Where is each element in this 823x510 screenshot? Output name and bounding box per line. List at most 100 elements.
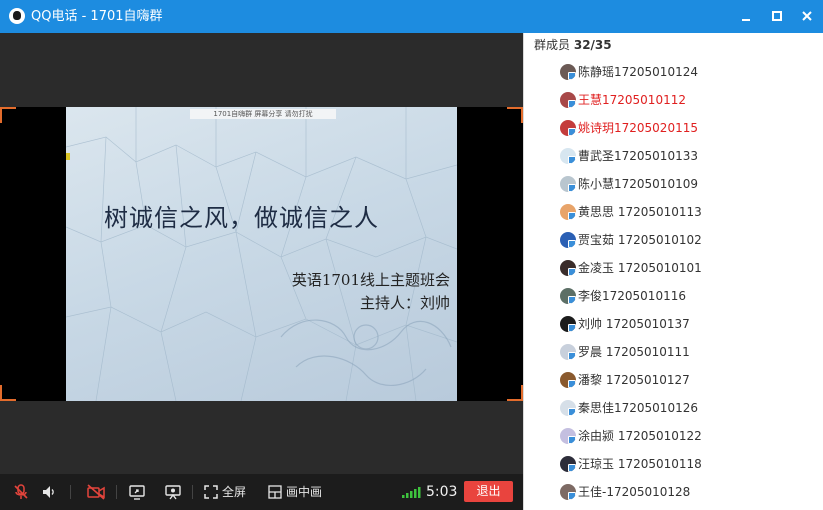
slide-host: 主持人：刘帅 — [359, 294, 450, 312]
frame-corner — [0, 107, 16, 123]
picture-in-picture-icon — [268, 485, 282, 499]
toolbar-divider — [192, 485, 193, 499]
member-name: 姚诗玥17205020115 — [578, 121, 698, 135]
member-label: 群成员 — [534, 38, 571, 52]
member-item[interactable]: 王... — [524, 506, 823, 510]
member-name: 陈小慧17205010109 — [578, 177, 698, 191]
call-timer: 5:03 — [426, 484, 458, 500]
avatar-icon — [560, 428, 576, 444]
presentation-icon — [165, 485, 181, 500]
shared-screen[interactable]: 1701自嗨群 屏幕分享 请勿打扰 树诚信之风，做诚信之人 英语1701线上主题… — [0, 107, 523, 401]
toolbar-divider — [116, 485, 117, 499]
avatar-icon — [560, 260, 576, 276]
slide-title: 树诚信之风，做诚信之人 — [104, 204, 379, 232]
picture-in-picture-label: 画中画 — [286, 485, 323, 499]
exit-call-button[interactable]: 退出 — [464, 481, 513, 502]
avatar-icon — [560, 120, 576, 136]
member-item[interactable]: 曹武圣17205010133 — [524, 142, 823, 170]
fullscreen-icon — [204, 485, 218, 499]
share-screen-icon — [129, 485, 145, 500]
member-count: 32/35 — [573, 38, 612, 52]
member-list: 陈静瑶17205010124 王慧17205010112 姚诗玥1720502011… — [524, 58, 823, 510]
crackle-pattern — [66, 107, 457, 401]
member-name: 刘帅 17205010137 — [578, 317, 690, 331]
minimize-button[interactable] — [736, 7, 756, 25]
member-name: 李俊17205010116 — [578, 289, 686, 303]
member-name: 涂由颍 17205010122 — [578, 429, 702, 443]
maximize-button[interactable] — [767, 7, 787, 25]
avatar-icon — [560, 204, 576, 220]
minimize-icon — [742, 19, 750, 21]
qq-call-window: QQ电话 - 1701自嗨群 1701自嗨群 屏幕分享 请勿打扰 树诚信之风，做… — [0, 0, 823, 510]
camera-off-icon — [87, 484, 105, 500]
member-item[interactable]: 刘帅 17205010137 — [524, 310, 823, 338]
avatar-icon — [560, 372, 576, 388]
member-item[interactable]: 罗晨 17205010111 — [524, 338, 823, 366]
avatar-icon — [560, 64, 576, 80]
member-item[interactable]: 黄思思 17205010113 — [524, 198, 823, 226]
member-name: 王慧17205010112 — [578, 93, 686, 107]
avatar-icon — [560, 288, 576, 304]
qq-penguin-icon — [9, 8, 25, 24]
member-name: 潘黎 17205010127 — [578, 373, 690, 387]
member-item[interactable]: 贾宝茹 17205010102 — [524, 226, 823, 254]
picture-in-picture-button[interactable]: 画中画 — [268, 483, 322, 501]
mic-toggle-button[interactable] — [12, 483, 30, 501]
camera-toggle-button[interactable] — [86, 483, 106, 501]
member-item[interactable]: 李俊17205010116 — [524, 282, 823, 310]
member-panel[interactable]: 群成员 32/35 陈静瑶17205010124 王慧17205010112 姚诗玥… — [523, 33, 823, 510]
presentation-slide: 1701自嗨群 屏幕分享 请勿打扰 树诚信之风，做诚信之人 英语1701线上主题… — [66, 107, 457, 401]
member-name: 王佳-17205010128 — [578, 485, 691, 499]
member-name: 罗晨 17205010111 — [578, 345, 690, 359]
window-title: QQ电话 - 1701自嗨群 — [31, 9, 163, 24]
toolbar-divider — [70, 485, 71, 499]
member-item[interactable]: 汪琼玉 17205010118 — [524, 450, 823, 478]
signal-strength-icon — [402, 487, 421, 498]
member-count-header: 群成员 32/35 — [534, 37, 612, 53]
avatar-icon — [560, 92, 576, 108]
fullscreen-button[interactable]: 全屏 — [204, 483, 246, 501]
close-button[interactable] — [797, 7, 817, 25]
member-name: 黄思思 17205010113 — [578, 205, 702, 219]
avatar-icon — [560, 316, 576, 332]
member-name: 汪琼玉 17205010118 — [578, 457, 702, 471]
mic-muted-icon — [14, 484, 28, 499]
avatar-icon — [560, 400, 576, 416]
speaker-icon — [43, 486, 54, 498]
close-icon — [802, 11, 812, 21]
member-item[interactable]: 陈小慧17205010109 — [524, 170, 823, 198]
share-screen-button[interactable] — [128, 483, 146, 501]
avatar-icon — [560, 176, 576, 192]
call-toolbar: 全屏 画中画 5:03 退出 — [0, 474, 523, 510]
member-name: 曹武圣17205010133 — [578, 149, 698, 163]
member-name: 秦思佳17205010126 — [578, 401, 698, 415]
member-item[interactable]: 潘黎 17205010127 — [524, 366, 823, 394]
fullscreen-label: 全屏 — [222, 485, 247, 499]
member-item[interactable]: 涂由颍 17205010122 — [524, 422, 823, 450]
member-item[interactable]: 金凌玉 17205010101 — [524, 254, 823, 282]
avatar-icon — [560, 148, 576, 164]
frame-corner — [0, 385, 16, 401]
slide-marker — [66, 153, 70, 160]
slide-header: 1701自嗨群 屏幕分享 请勿打扰 — [190, 109, 336, 119]
member-item[interactable]: 王佳-17205010128 — [524, 478, 823, 506]
member-item[interactable]: 姚诗玥17205020115 — [524, 114, 823, 142]
avatar-icon — [560, 344, 576, 360]
member-name: 贾宝茹 17205010102 — [578, 233, 702, 247]
member-item[interactable]: 秦思佳17205010126 — [524, 394, 823, 422]
speaker-button[interactable] — [40, 483, 58, 501]
member-name: 陈静瑶17205010124 — [578, 65, 698, 79]
frame-corner — [507, 107, 523, 123]
title-bar[interactable]: QQ电话 - 1701自嗨群 — [0, 0, 823, 33]
frame-corner — [507, 385, 523, 401]
member-name: 金凌玉 17205010101 — [578, 261, 702, 275]
member-item[interactable]: 陈静瑶17205010124 — [524, 58, 823, 86]
video-area[interactable]: 1701自嗨群 屏幕分享 请勿打扰 树诚信之风，做诚信之人 英语1701线上主题… — [0, 33, 523, 474]
member-item[interactable]: 王慧17205010112 — [524, 86, 823, 114]
avatar-icon — [560, 232, 576, 248]
presentation-button[interactable] — [164, 483, 182, 501]
maximize-icon — [772, 11, 782, 21]
slide-subtitle: 英语1701线上主题班会 — [291, 271, 450, 289]
avatar-icon — [560, 484, 576, 500]
avatar-icon — [560, 456, 576, 472]
